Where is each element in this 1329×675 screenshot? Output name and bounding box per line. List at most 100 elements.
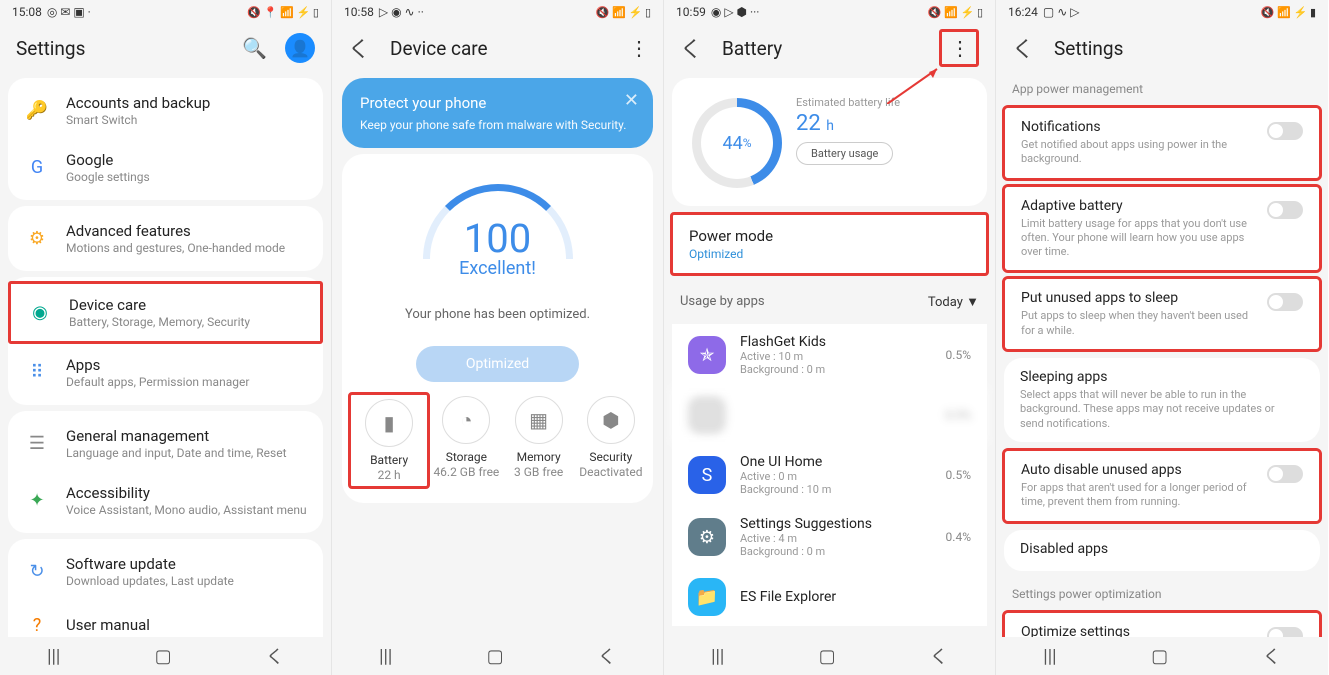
app-percent: 0.5% [946, 408, 971, 422]
toggle-put-unused-apps-to-sleep[interactable]: Put unused apps to sleep Put apps to sle… [1005, 279, 1319, 349]
status-time: 10:59 [676, 5, 706, 19]
toggle-notifications[interactable]: Notifications Get notified about apps us… [1005, 108, 1319, 178]
item-icon: ⚙ [24, 226, 50, 252]
toggle-switch[interactable] [1267, 201, 1303, 219]
status-icons: ▢ ∿ ▷ [1043, 5, 1080, 19]
score-value: 100 [342, 215, 653, 262]
settings-item-apps[interactable]: ⠿ Apps Default apps, Permission manager [8, 344, 323, 401]
toggle-switch[interactable] [1267, 122, 1303, 140]
toggle-switch[interactable] [1267, 465, 1303, 483]
app-detail: Active : 10 m [740, 350, 946, 363]
settings-item-advanced-features[interactable]: ⚙ Advanced features Motions and gestures… [8, 210, 323, 267]
battery-usage-button[interactable]: Battery usage [796, 142, 893, 165]
status-right-icons: 🔇 📶 ⚡ ▯ [928, 6, 983, 19]
app-detail: Background : 0 m [740, 363, 946, 376]
toggle-switch[interactable] [1267, 627, 1303, 637]
more-icon[interactable]: ⋮ [939, 29, 979, 67]
recents-button[interactable]: ||| [47, 646, 60, 667]
item-title: Google [66, 151, 307, 169]
toggle-optimize-settings[interactable]: Optimize settings Save battery by optimi… [1005, 613, 1319, 637]
care-tab-security[interactable]: ⬢ Security Deactivated [575, 396, 647, 489]
app-row[interactable]: S One UI Home Active : 0 m Background : … [672, 444, 987, 506]
toggle-title: Put unused apps to sleep [1021, 290, 1257, 306]
care-tab-storage[interactable]: ◔ Storage 46.2 GB free [430, 396, 502, 489]
item-icon: ✦ [24, 488, 50, 514]
home-button[interactable]: ▢ [155, 646, 172, 667]
settings-item-accessibility[interactable]: ✦ Accessibility Voice Assistant, Mono au… [8, 472, 323, 529]
app-name: ES File Explorer [740, 589, 971, 605]
security-banner[interactable]: Protect your phone Keep your phone safe … [342, 78, 653, 148]
header: く Settings [996, 24, 1328, 72]
recents-button[interactable]: ||| [379, 646, 392, 667]
care-tab-memory[interactable]: ▦ Memory 3 GB free [503, 396, 575, 489]
app-detail: Active : 0 m [740, 470, 946, 483]
tab-name: Storage [430, 450, 502, 464]
search-icon[interactable]: 🔍 [242, 36, 267, 60]
page-title: Device care [390, 37, 488, 60]
today-dropdown[interactable]: Today ▼ [928, 294, 979, 310]
profile-icon[interactable]: 👤 [285, 33, 315, 63]
toggle-desc: Get notified about apps using power in t… [1021, 138, 1257, 167]
item-icon: ↻ [24, 559, 50, 585]
est-label: Estimated battery life [796, 96, 977, 109]
nav-bar: ||| ▢ く [0, 637, 331, 675]
settings-item-general-management[interactable]: ☰ General management Language and input,… [8, 415, 323, 472]
status-right-icons: 🔇 📶 ⚡ ▯ [596, 6, 651, 19]
care-tab-battery[interactable]: ▮ Battery 22 h [348, 392, 430, 489]
back-icon[interactable]: く [1012, 32, 1034, 64]
back-icon[interactable]: く [348, 32, 370, 64]
status-right-icons: 🔇 📶 ⚡ ▮ [1261, 6, 1316, 19]
home-button[interactable]: ▢ [1151, 646, 1168, 667]
app-row[interactable]: ⚙ Settings Suggestions Active : 4 m Back… [672, 506, 987, 568]
status-time: 16:24 [1008, 5, 1038, 19]
app-row[interactable]: 0.5% [672, 386, 987, 444]
toggle-sleeping-apps[interactable]: Sleeping apps Select apps that will neve… [1004, 358, 1320, 442]
power-mode-row[interactable]: Power mode Optimized [670, 212, 989, 276]
home-button[interactable]: ▢ [819, 646, 836, 667]
toggle-title: Auto disable unused apps [1021, 462, 1257, 478]
screen-battery: 10:59◉ ▷ ⬢ ··· 🔇 📶 ⚡ ▯ く Battery ⋮ 44% E… [664, 0, 996, 675]
settings-item-device-care[interactable]: ◉ Device care Battery, Storage, Memory, … [8, 281, 323, 344]
toggle-auto-disable-unused-apps[interactable]: Auto disable unused apps For apps that a… [1005, 451, 1319, 521]
toggle-disabled-apps[interactable]: Disabled apps [1004, 530, 1320, 571]
item-subtitle: Download updates, Last update [66, 574, 307, 588]
back-button[interactable]: く [930, 643, 948, 669]
item-subtitle: Smart Switch [66, 113, 307, 127]
settings-item-user-manual[interactable]: ? User manual [8, 600, 323, 637]
settings-item-google[interactable]: G Google Google settings [8, 139, 323, 196]
app-icon: 📁 [688, 578, 726, 616]
toggle-adaptive-battery[interactable]: Adaptive battery Limit battery usage for… [1005, 187, 1319, 271]
item-subtitle: Motions and gestures, One-handed mode [66, 241, 307, 255]
page-title: Battery [722, 37, 782, 60]
banner-title: Protect your phone [360, 94, 635, 112]
back-button[interactable]: く [598, 643, 616, 669]
app-row[interactable]: ✯ FlashGet Kids Active : 10 m Background… [672, 324, 987, 386]
back-button[interactable]: く [1263, 643, 1281, 669]
toggle-desc: Limit battery usage for apps that you do… [1021, 217, 1257, 260]
item-icon: ☰ [24, 431, 50, 457]
status-bar: 16:24 ▢ ∿ ▷ 🔇 📶 ⚡ ▮ [996, 0, 1328, 24]
close-icon[interactable]: ✕ [624, 90, 639, 111]
optimize-button[interactable]: Optimized [416, 346, 579, 382]
status-time: 15:08 [12, 5, 42, 19]
score-panel: 100 Excellent! Your phone has been optim… [342, 154, 653, 503]
settings-item-accounts-and-backup[interactable]: 🔑 Accounts and backup Smart Switch [8, 82, 323, 139]
more-icon[interactable]: ⋮ [629, 36, 647, 60]
item-subtitle: Battery, Storage, Memory, Security [69, 315, 304, 329]
header: く Battery ⋮ [664, 24, 995, 72]
app-row[interactable]: 📁 ES File Explorer [672, 568, 987, 626]
item-icon: 🔑 [24, 98, 50, 124]
back-icon[interactable]: く [680, 32, 702, 64]
item-icon: G [24, 155, 50, 181]
tab-value: 22 h [353, 468, 425, 482]
recents-button[interactable]: ||| [1043, 646, 1056, 667]
back-button[interactable]: く [266, 643, 284, 669]
recents-button[interactable]: ||| [711, 646, 724, 667]
app-name: Settings Suggestions [740, 516, 946, 532]
toggle-switch[interactable] [1267, 293, 1303, 311]
settings-item-software-update[interactable]: ↻ Software update Download updates, Last… [8, 543, 323, 600]
home-button[interactable]: ▢ [487, 646, 504, 667]
app-name: FlashGet Kids [740, 334, 946, 350]
item-subtitle: Default apps, Permission manager [66, 375, 307, 389]
item-title: Apps [66, 356, 307, 374]
